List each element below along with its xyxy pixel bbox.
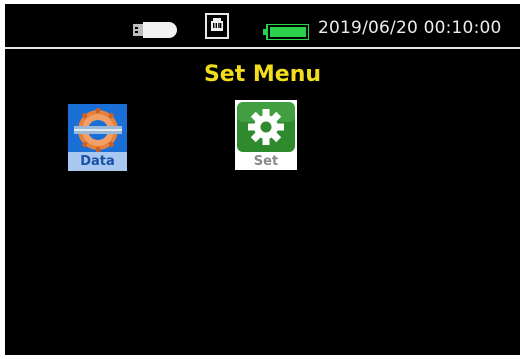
data-app-button[interactable]: Data	[68, 104, 127, 171]
data-app-label: Data	[80, 154, 115, 169]
battery-icon	[263, 24, 309, 40]
status-divider	[5, 47, 520, 49]
network-port-icon	[205, 13, 229, 39]
usb-icon	[133, 22, 177, 38]
set-app-button[interactable]: Set	[235, 100, 297, 170]
set-app-label: Set	[253, 154, 279, 169]
datetime-display: 2019/06/20 00:10:00	[318, 18, 502, 38]
page-title: Set Menu	[203, 62, 322, 87]
status-bar: 2019/06/20 00:10:00	[5, 4, 520, 48]
device-screen: 2019/06/20 00:10:00 Set Menu Data Set	[5, 4, 520, 355]
